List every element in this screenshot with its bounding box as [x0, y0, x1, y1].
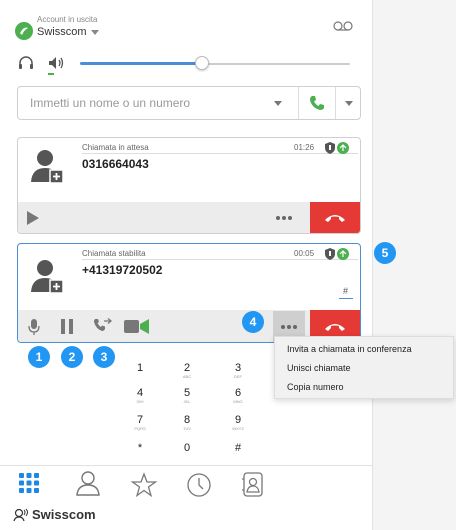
chevron-down-icon [90, 29, 99, 35]
hangup-icon [325, 215, 345, 222]
account-name: Swisscom [37, 26, 87, 38]
hangup-icon [325, 323, 345, 331]
volume-slider[interactable] [80, 56, 350, 75]
video-button[interactable] [124, 319, 150, 339]
security-shield-icon [325, 141, 335, 159]
call-status: Chiamata in attesa [82, 143, 149, 152]
account-selector[interactable]: Swisscom [37, 26, 99, 38]
annotation-badge-1: 1 [28, 346, 50, 368]
more-dots-icon [281, 324, 297, 329]
annotation-badge-2: 2 [61, 346, 83, 368]
dialpad-key[interactable]: 7 PQRS [125, 414, 155, 431]
dialpad-key[interactable]: 6 MNO [223, 387, 253, 404]
call-header-divider [82, 259, 358, 260]
dialpad-key[interactable]: 0 [172, 442, 202, 454]
brand-footer: Swisscom [13, 507, 96, 522]
background-area [372, 0, 456, 530]
dialpad-key[interactable]: 9 WXYZ [223, 414, 253, 431]
call-quality-icon [337, 247, 349, 265]
brand-name: Swisscom [32, 507, 96, 522]
call-card-active[interactable]: Chiamata stabilita 00:05 +41319720502 # [17, 243, 361, 343]
menu-item-merge-calls[interactable]: Unisci chiamate [275, 359, 453, 378]
dialpad-toggle-underline [339, 298, 353, 299]
more-options-button[interactable] [276, 216, 292, 220]
call-timer: 01:26 [294, 143, 315, 152]
hold-button[interactable] [61, 319, 73, 339]
call-timer: 00:05 [294, 249, 315, 258]
call-number: 0316664043 [82, 157, 149, 171]
chevron-down-icon [344, 100, 353, 106]
dialpad: 1 2 ABC 3 DEF 4 GHI 5 JKL 6 MNO 7 PQRS 8 TUV 9W… [118, 346, 278, 462]
video-camera-icon [124, 319, 149, 334]
address-book-icon[interactable] [241, 472, 267, 498]
resume-call-button[interactable] [26, 210, 40, 231]
phone-icon [309, 96, 324, 110]
annotation-badge-5: 5 [374, 242, 396, 264]
swisscom-brand-icon [13, 508, 28, 521]
voicemail-icon[interactable] [333, 19, 353, 37]
transfer-icon [94, 318, 113, 331]
annotation-badge-3: 3 [93, 346, 115, 368]
call-toolbar [18, 202, 360, 233]
call-button[interactable] [298, 87, 334, 119]
dialpad-toggle-symbol[interactable]: # [343, 286, 348, 296]
tab-bar-divider [0, 465, 372, 466]
search-input[interactable] [18, 87, 268, 119]
security-shield-icon [325, 247, 335, 265]
headset-icon[interactable] [17, 54, 35, 77]
volume-slider-track [201, 63, 350, 65]
mute-button[interactable] [28, 318, 40, 341]
play-icon [27, 211, 39, 225]
dialpad-key[interactable]: 8 TUV [172, 414, 202, 431]
volume-slider-knob[interactable] [194, 56, 209, 70]
mic-level-indicator [48, 73, 54, 75]
call-header-divider [82, 153, 358, 154]
dialpad-key[interactable]: # [223, 442, 253, 454]
softphone-panel: Account in uscita Swisscom Chiamata in a… [0, 0, 372, 530]
dialpad-tab-icon[interactable] [18, 472, 44, 498]
swisscom-logo-icon [15, 22, 33, 40]
volume-slider-fill [80, 62, 202, 65]
pause-icon [61, 319, 73, 334]
dialpad-key[interactable]: 4 GHI [125, 387, 155, 404]
history-clock-icon[interactable] [186, 472, 212, 498]
microphone-icon [28, 319, 40, 335]
contacts-tab-icon[interactable] [75, 470, 101, 496]
call-number: +41319720502 [82, 263, 163, 277]
call-quality-icon [337, 141, 349, 159]
contact-avatar-icon [30, 258, 64, 299]
contact-avatar-icon [30, 148, 64, 189]
more-options-menu: Invita a chiamata in conferenza Unisci c… [274, 336, 454, 399]
search-dropdown-icon[interactable] [274, 101, 282, 106]
dialpad-key[interactable]: 1 [125, 362, 155, 374]
menu-item-copy-number[interactable]: Copia numero [275, 378, 453, 397]
hangup-button[interactable] [310, 202, 360, 233]
dialpad-key[interactable]: * [125, 442, 155, 454]
transfer-button[interactable] [93, 318, 113, 339]
menu-item-invite-conference[interactable]: Invita a chiamata in conferenza [275, 340, 453, 359]
dialpad-key[interactable]: 3 DEF [223, 362, 253, 379]
dialpad-key[interactable]: 2 ABC [172, 362, 202, 379]
call-card-on-hold[interactable]: Chiamata in attesa 01:26 0316664043 [17, 137, 361, 234]
call-options-dropdown[interactable] [335, 87, 361, 119]
call-status: Chiamata stabilita [82, 249, 146, 258]
favorites-star-icon[interactable] [130, 472, 158, 498]
account-label: Account in uscita [37, 15, 98, 24]
dialpad-key[interactable]: 5 JKL [172, 387, 202, 404]
search-box [17, 86, 361, 120]
annotation-badge-4: 4 [242, 311, 264, 333]
